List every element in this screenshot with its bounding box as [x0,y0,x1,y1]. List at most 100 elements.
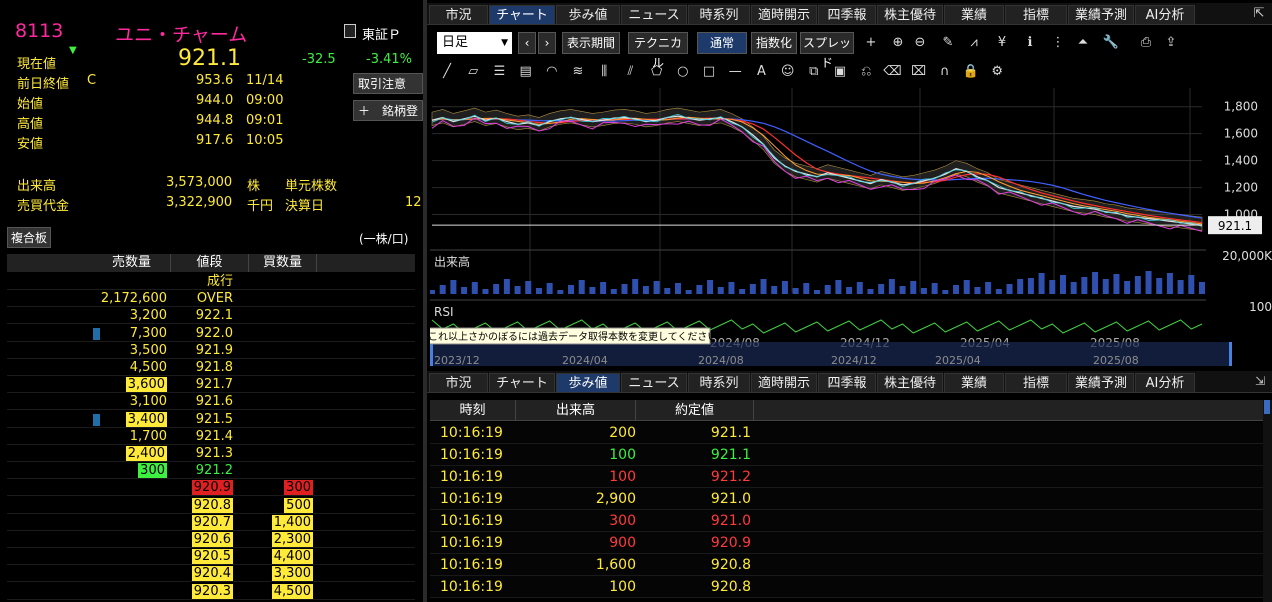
book-row[interactable]: 3,100 921.6 [7,393,415,411]
buy-qty[interactable] [249,273,313,290]
tab-9[interactable]: 指標 [1005,5,1067,25]
eraser-icon[interactable]: ⌫ [882,62,902,82]
tab-6[interactable]: 四季報 [818,373,876,393]
period-select[interactable]: 日足 ▼ [437,32,512,54]
book-row[interactable]: 3,400 921.5 [7,411,415,428]
book-row[interactable]: 920.7 1,400 [7,514,415,531]
buy-qty[interactable] [249,462,313,479]
book-row[interactable]: 920.9 300 [7,479,415,497]
book-row[interactable]: 成行 [7,273,415,290]
pen-icon[interactable]: ✎ [938,33,958,53]
sell-qty[interactable] [93,514,167,531]
tab-3[interactable]: ニュース [621,373,687,393]
price[interactable]: 920.5 [171,548,233,565]
price[interactable]: 921.2 [171,462,233,479]
arc-icon[interactable]: ◠ [542,62,562,82]
spread-mode-button[interactable]: スプレッド [800,32,854,70]
sell-qty[interactable]: 2,172,600 [93,290,167,307]
buy-qty[interactable] [249,290,313,307]
buy-qty[interactable]: 2,300 [249,531,313,548]
sell-qty[interactable]: 7,300 [93,325,167,342]
composite-board-button[interactable]: 複合板 [7,227,52,248]
zoom-in-icon[interactable]: ⊕ [888,33,908,53]
prev-period-button[interactable]: ‹ [518,32,536,54]
book-row[interactable]: 3,200 922.1 [7,307,415,325]
buy-qty[interactable] [249,325,313,342]
tab-7[interactable]: 株主優待 [877,5,943,25]
tab-0[interactable]: 市況 [429,5,488,25]
price[interactable]: 920.3 [171,583,233,600]
buy-qty[interactable]: 4,500 [249,583,313,600]
hline-icon[interactable]: — [725,62,745,82]
wrench-icon[interactable]: 🔧 [1101,33,1121,53]
price[interactable]: 920.6 [171,531,233,548]
price[interactable]: 921.7 [171,376,233,393]
price[interactable]: 920.7 [171,514,233,531]
tab-1[interactable]: チャート [489,373,555,393]
price[interactable]: 921.8 [171,359,233,376]
fib-icon[interactable]: ⫼ [594,62,614,82]
book-row[interactable]: 3,500 921.9 [7,342,415,359]
price[interactable]: 成行 [171,273,233,290]
book-row[interactable]: 920.3 4,500 [7,583,415,600]
sell-qty[interactable] [93,548,167,565]
ruler-icon[interactable]: ▱ [463,62,483,82]
indicator-icon[interactable]: ⩘ [964,33,984,53]
technical-button[interactable]: テクニカル [628,32,688,70]
timesales-row[interactable]: 10:16:19 2,900 921.0 [430,488,1263,510]
timesales-row[interactable]: 10:16:19 300 921.0 [430,510,1263,532]
export-icon[interactable]: ⇪ [1161,33,1181,53]
index-mode-button[interactable]: 指数化 [751,32,797,54]
tab-10[interactable]: 業績予測 [1068,5,1134,25]
stamp-icon[interactable]: ☺ [778,62,798,82]
price[interactable]: 920.8 [171,497,233,514]
sell-qty[interactable] [93,531,167,548]
order-notice-button[interactable]: 取引注意 [353,73,423,94]
tab-9[interactable]: 指標 [1005,373,1067,393]
price[interactable]: 922.0 [171,325,233,342]
timesales-row[interactable]: 10:16:19 200 921.1 [430,422,1263,444]
book-row[interactable]: 920.6 2,300 [7,531,415,548]
add-stock-button[interactable]: ＋ 銘柄登 [353,100,423,121]
book-row[interactable]: 7,300 922.0 [7,325,415,342]
tab-5[interactable]: 適時開示 [751,373,817,393]
tab-11[interactable]: AI分析 [1135,5,1195,25]
tab-5[interactable]: 適時開示 [751,5,817,25]
yen-icon[interactable]: ¥ [992,33,1012,53]
sell-qty[interactable]: 300 [93,462,167,479]
collapse-icon[interactable]: ⇱ [1250,5,1268,23]
expand-icon[interactable]: ⇲ [1252,373,1268,389]
buy-qty[interactable]: 3,300 [249,565,313,582]
tab-2[interactable]: 歩み値 [556,373,620,393]
panel-divider[interactable] [423,0,427,602]
erase-all-icon[interactable]: ⌧ [909,62,929,82]
book-row[interactable]: 2,400 921.3 [7,445,415,462]
tab-1[interactable]: チャート [489,5,555,25]
book-row[interactable]: 300 921.2 [7,462,415,480]
book-row[interactable]: 2,172,600 OVER [7,290,415,308]
sell-qty[interactable]: 3,400 [93,411,167,428]
book-row[interactable]: 920.8 500 [7,497,415,514]
price[interactable]: 922.1 [171,307,233,324]
sell-qty[interactable]: 3,500 [93,342,167,359]
tab-10[interactable]: 業績予測 [1068,373,1134,393]
buy-qty[interactable] [249,445,313,462]
undo-draw-icon[interactable]: ⎌ [856,62,876,82]
sell-qty[interactable] [93,273,167,290]
mountain-chart-icon[interactable]: ⏶ [1073,33,1093,53]
sell-qty[interactable] [93,479,167,496]
normal-mode-button[interactable]: 通常 [697,32,747,54]
my-indicator-icon[interactable]: ⋮ [1048,33,1068,53]
sell-qty[interactable] [93,565,167,582]
next-period-button[interactable]: › [538,32,556,54]
circle-icon[interactable]: ○ [673,62,693,82]
pitchfork-icon[interactable]: ⫽ [620,62,640,82]
zoom-out-icon[interactable]: ⊖ [910,33,930,53]
tab-4[interactable]: 時系列 [688,5,750,25]
print-icon[interactable]: ⎙ [1136,33,1156,53]
tab-8[interactable]: 業績 [944,373,1004,393]
rectangle-icon[interactable]: □ [699,62,719,82]
display-period-button[interactable]: 表示期間 [562,32,620,54]
tab-11[interactable]: AI分析 [1135,373,1195,393]
buy-qty[interactable]: 500 [249,497,313,514]
